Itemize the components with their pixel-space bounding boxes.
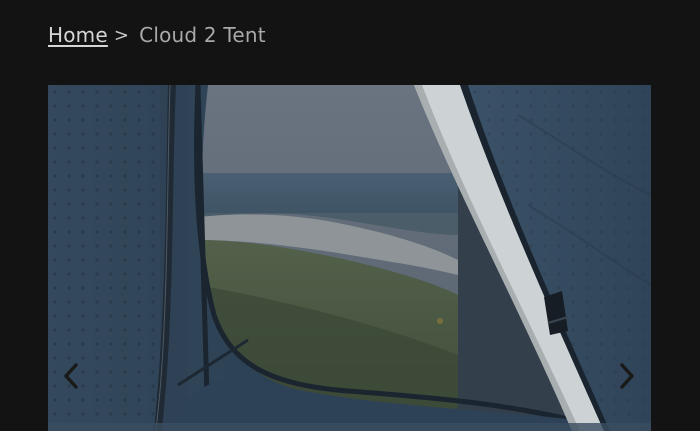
chevron-left-icon: [64, 363, 78, 389]
chevron-right-icon: [620, 363, 634, 389]
breadcrumb-current-page: Cloud 2 Tent: [139, 23, 266, 47]
product-image-gallery: [48, 85, 651, 431]
breadcrumb-separator: >: [113, 24, 130, 46]
breadcrumb-home-link[interactable]: Home: [48, 23, 108, 47]
gallery-next-button[interactable]: [612, 356, 642, 396]
product-image: [48, 85, 651, 431]
gallery-prev-button[interactable]: [56, 356, 86, 396]
breadcrumb: Home > Cloud 2 Tent: [48, 20, 266, 50]
